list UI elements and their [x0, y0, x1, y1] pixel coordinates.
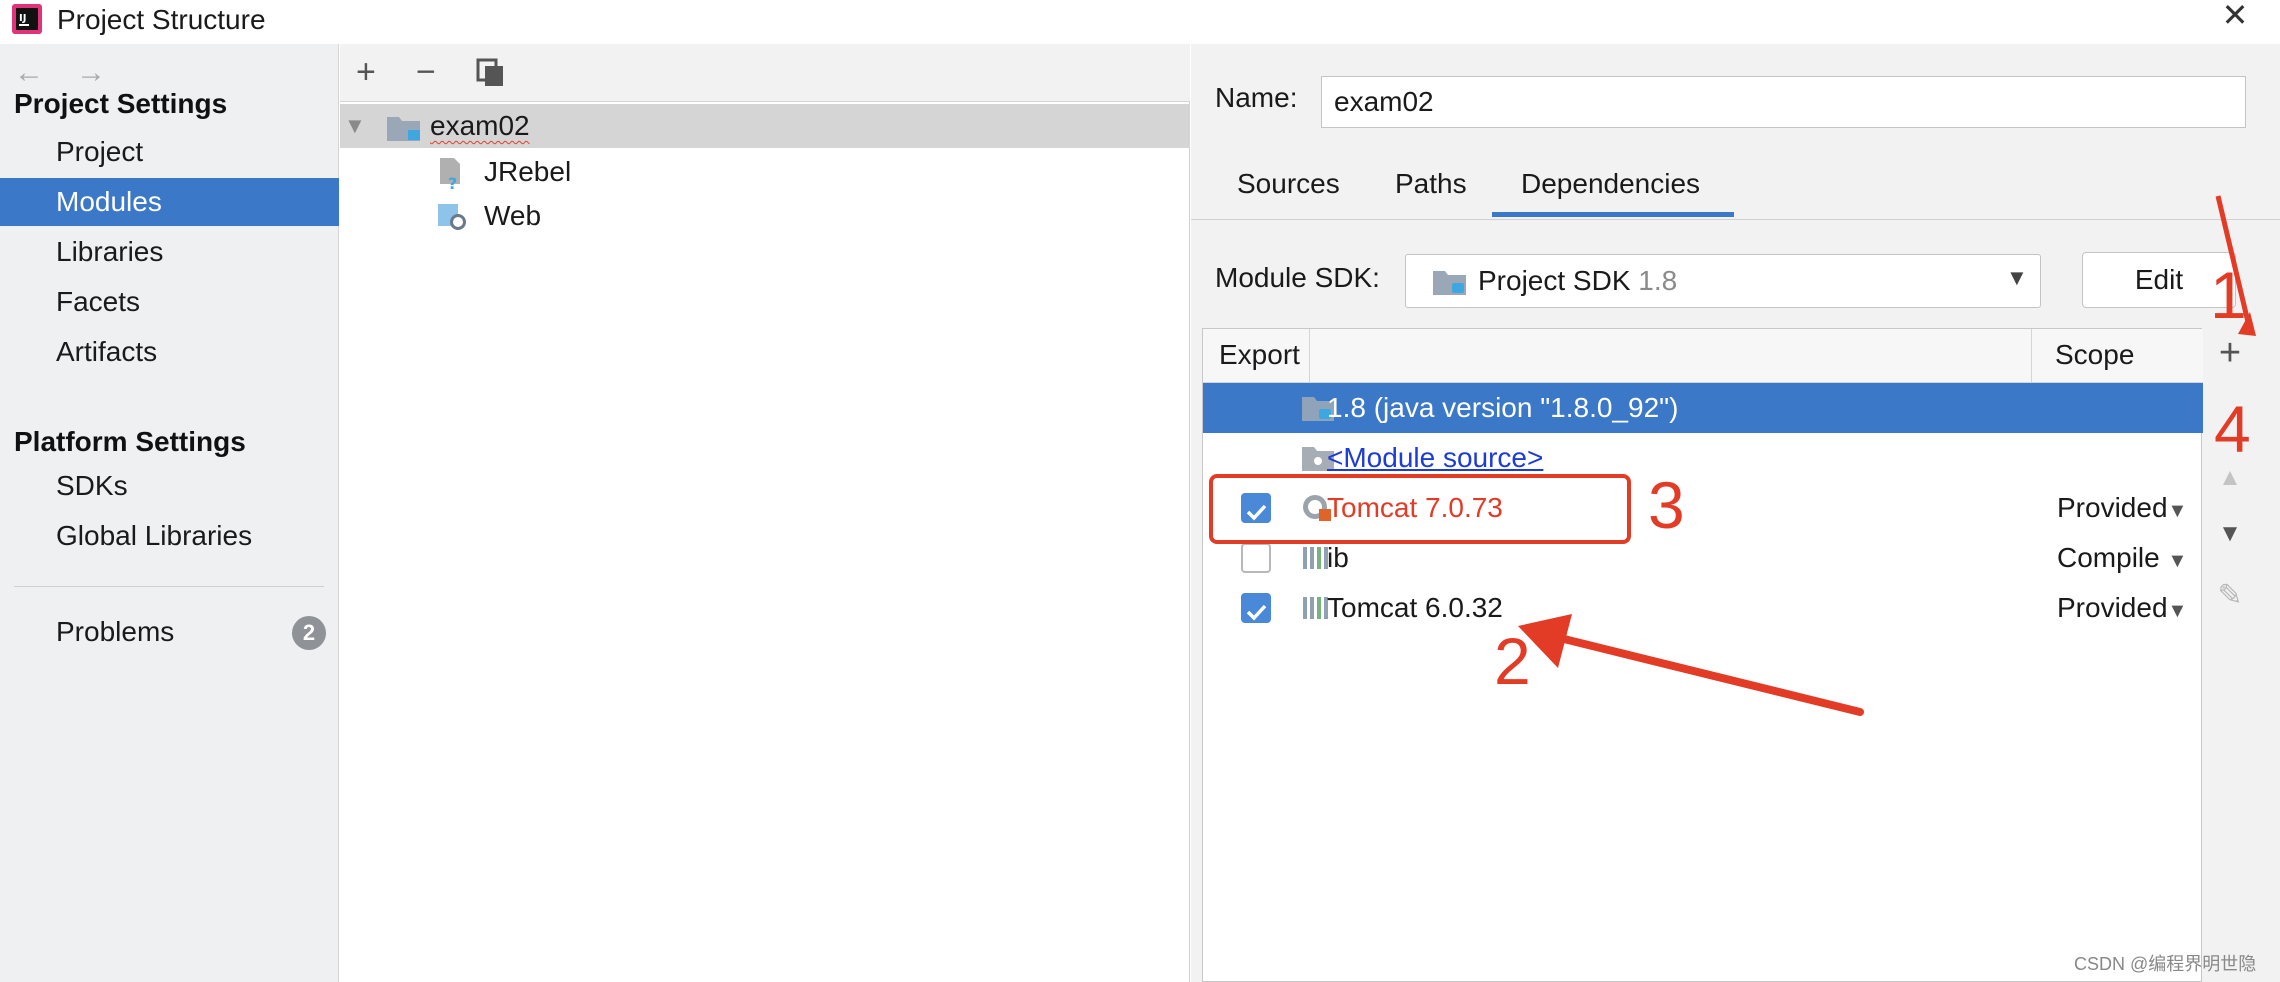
- annotation-number-2: 2: [1494, 624, 1531, 698]
- annotation-arrows: [1518, 195, 2256, 716]
- annotation-highlight-box: [1209, 474, 1631, 544]
- watermark: CSDN @编程界明世隐: [2074, 954, 2257, 974]
- annotation-number-4: 4: [2214, 392, 2251, 466]
- annotation-number-1: 1: [2210, 258, 2247, 332]
- annotation-number-3: 3: [1648, 468, 1685, 542]
- annotation-arrow-2: [1556, 634, 1864, 716]
